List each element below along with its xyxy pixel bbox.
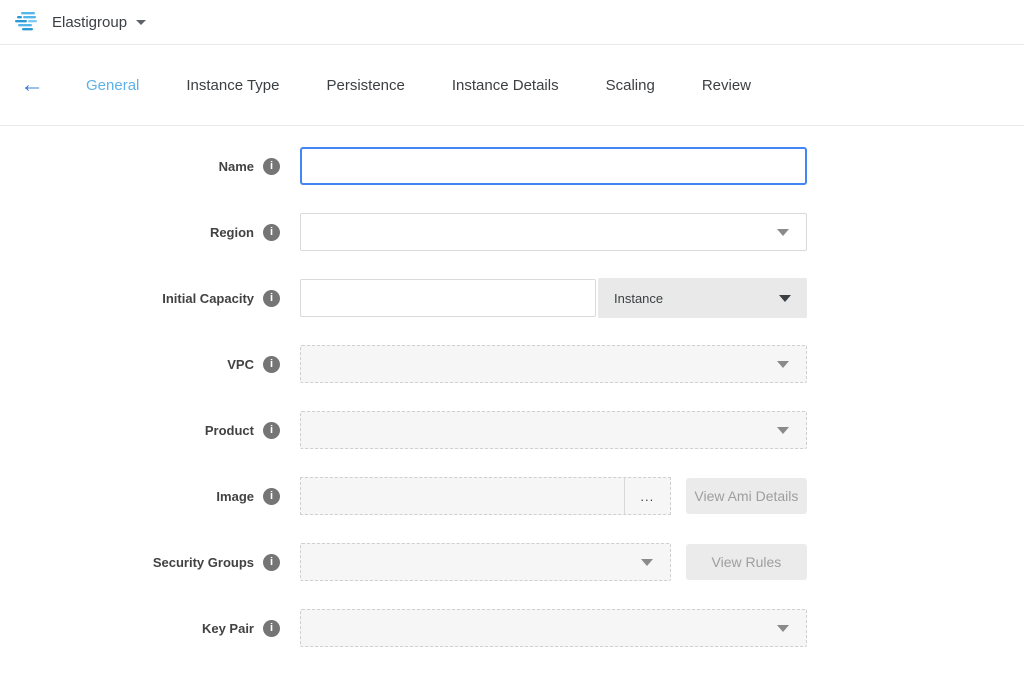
product-select — [300, 411, 807, 449]
view-rules-button[interactable]: View Rules — [686, 544, 807, 580]
form-row-security-groups: Security Groups i View Rules — [0, 543, 1024, 581]
name-input[interactable] — [300, 147, 807, 185]
image-input: ... — [300, 477, 671, 515]
chevron-down-icon — [777, 625, 789, 632]
elastigroup-logo-icon — [14, 10, 41, 34]
product-info-icon[interactable]: i — [263, 422, 280, 439]
region-label: Region — [210, 225, 254, 240]
general-form: Name i Region i Initial Capacity i Inst — [0, 126, 1024, 647]
capacity-unit-value: Instance — [614, 291, 663, 306]
name-label: Name — [219, 159, 254, 174]
view-ami-details-button[interactable]: View Ami Details — [686, 478, 807, 514]
app-switcher-caret-icon[interactable] — [136, 20, 146, 25]
name-info-icon[interactable]: i — [263, 158, 280, 175]
app-switcher-label[interactable]: Elastigroup — [52, 14, 127, 31]
key-pair-select — [300, 609, 807, 647]
app-header: Elastigroup — [0, 0, 1024, 45]
image-info-icon[interactable]: i — [263, 488, 280, 505]
initial-capacity-input[interactable] — [300, 279, 596, 317]
form-row-key-pair: Key Pair i — [0, 609, 1024, 647]
form-row-region: Region i — [0, 213, 1024, 251]
form-row-initial-capacity: Initial Capacity i Instance — [0, 279, 1024, 317]
tab-scaling[interactable]: Scaling — [606, 77, 655, 94]
form-row-image: Image i ... View Ami Details — [0, 477, 1024, 515]
image-label: Image — [216, 489, 254, 504]
security-groups-label: Security Groups — [153, 555, 254, 570]
chevron-down-icon — [777, 229, 789, 236]
key-pair-label: Key Pair — [202, 621, 254, 636]
tab-instance-details[interactable]: Instance Details — [452, 77, 559, 94]
vpc-info-icon[interactable]: i — [263, 356, 280, 373]
capacity-unit-select[interactable]: Instance — [598, 278, 807, 318]
security-groups-info-icon[interactable]: i — [263, 554, 280, 571]
chevron-down-icon — [777, 427, 789, 434]
initial-capacity-info-icon[interactable]: i — [263, 290, 280, 307]
vpc-select — [300, 345, 807, 383]
tab-persistence[interactable]: Persistence — [327, 77, 405, 94]
back-arrow-icon[interactable]: ← — [20, 73, 44, 97]
product-label: Product — [205, 423, 254, 438]
region-info-icon[interactable]: i — [263, 224, 280, 241]
key-pair-info-icon[interactable]: i — [263, 620, 280, 637]
region-select[interactable] — [300, 213, 807, 251]
wizard-tab-bar: ← General Instance Type Persistence Inst… — [0, 45, 1024, 126]
tab-general[interactable]: General — [86, 77, 139, 94]
chevron-down-icon — [779, 295, 791, 302]
tab-instance-type[interactable]: Instance Type — [186, 77, 279, 94]
tab-review[interactable]: Review — [702, 77, 751, 94]
vpc-label: VPC — [227, 357, 254, 372]
form-row-name: Name i — [0, 147, 1024, 185]
chevron-down-icon — [777, 361, 789, 368]
initial-capacity-label: Initial Capacity — [162, 291, 254, 306]
form-row-product: Product i — [0, 411, 1024, 449]
image-browse-button[interactable]: ... — [624, 478, 670, 514]
security-groups-select — [300, 543, 671, 581]
chevron-down-icon — [641, 559, 653, 566]
image-value — [301, 478, 624, 514]
form-row-vpc: VPC i — [0, 345, 1024, 383]
